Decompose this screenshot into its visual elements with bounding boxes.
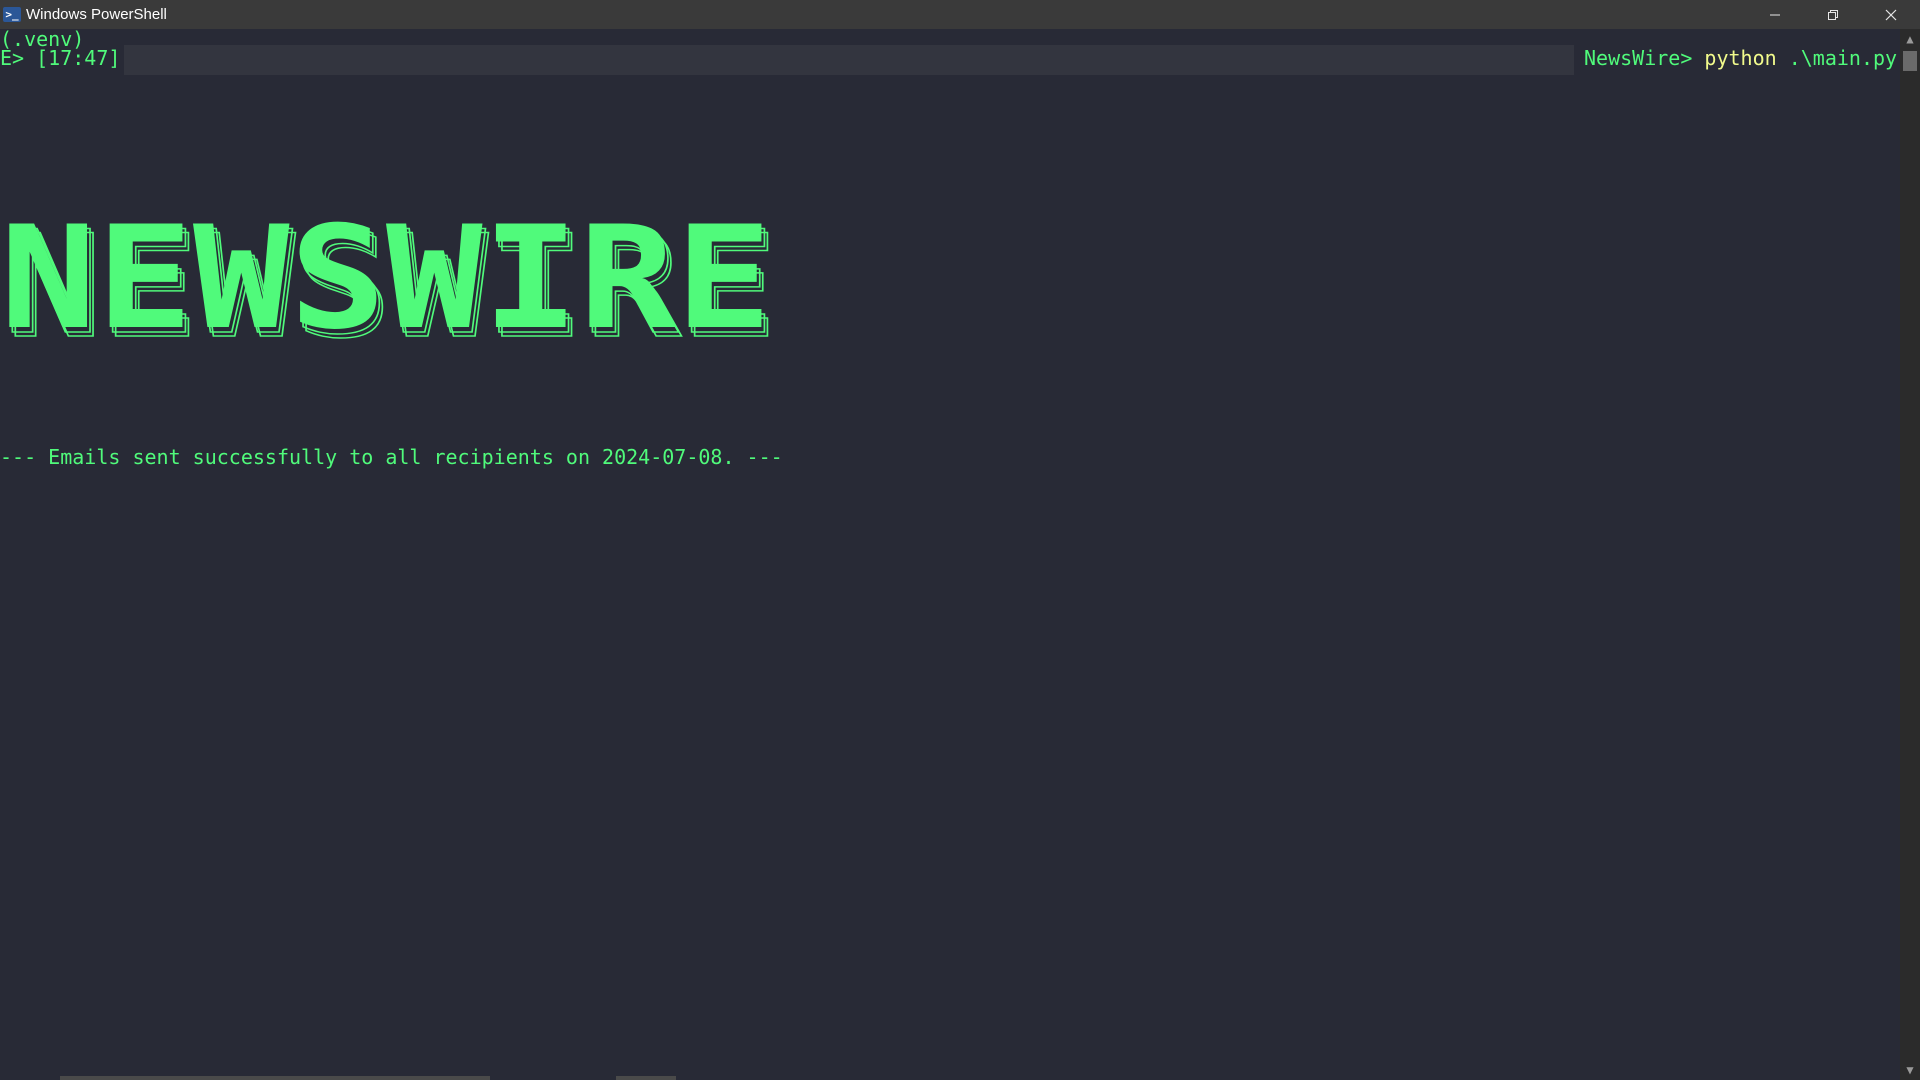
restore-button[interactable]: [1804, 0, 1862, 29]
minimize-button[interactable]: [1746, 0, 1804, 29]
restore-icon: [1828, 9, 1838, 20]
vertical-scrollbar[interactable]: ▲ ▼: [1900, 29, 1920, 1080]
minimize-icon: [1770, 14, 1780, 15]
status-message: --- Emails sent successfully to all reci…: [0, 445, 783, 469]
close-icon: [1885, 9, 1897, 20]
scroll-up-icon[interactable]: ▲: [1900, 29, 1920, 49]
window-controls: [1746, 0, 1920, 29]
title-bar[interactable]: >_ Windows PowerShell: [0, 0, 1920, 29]
command-argument: .\main.py: [1776, 46, 1898, 70]
horizontal-scroll-indicator: [60, 1076, 490, 1080]
scroll-thumb[interactable]: [1903, 51, 1917, 71]
banner-text: NEWSWIRE: [0, 207, 772, 361]
horizontal-scroll-thumb[interactable]: [616, 1076, 676, 1080]
close-button[interactable]: [1862, 0, 1920, 29]
ascii-banner: NEWSWIRE NEWSWIRE NEWSWIRE NEWSWIRE: [0, 207, 779, 367]
scroll-down-icon[interactable]: ▼: [1900, 1060, 1920, 1080]
window-title: Windows PowerShell: [26, 6, 167, 23]
prompt-left: E> [17:47]: [0, 46, 121, 70]
command-name: python: [1704, 46, 1777, 70]
prompt-line: NewsWire> python .\main.py: [1584, 48, 1897, 68]
powershell-icon: >_: [3, 7, 21, 22]
terminal-output[interactable]: (.venv) E> [17:47] NewsWire> python .\ma…: [0, 29, 1900, 1077]
prompt-directory: NewsWire>: [1584, 46, 1705, 70]
prompt-segment-bar: [124, 45, 1574, 75]
